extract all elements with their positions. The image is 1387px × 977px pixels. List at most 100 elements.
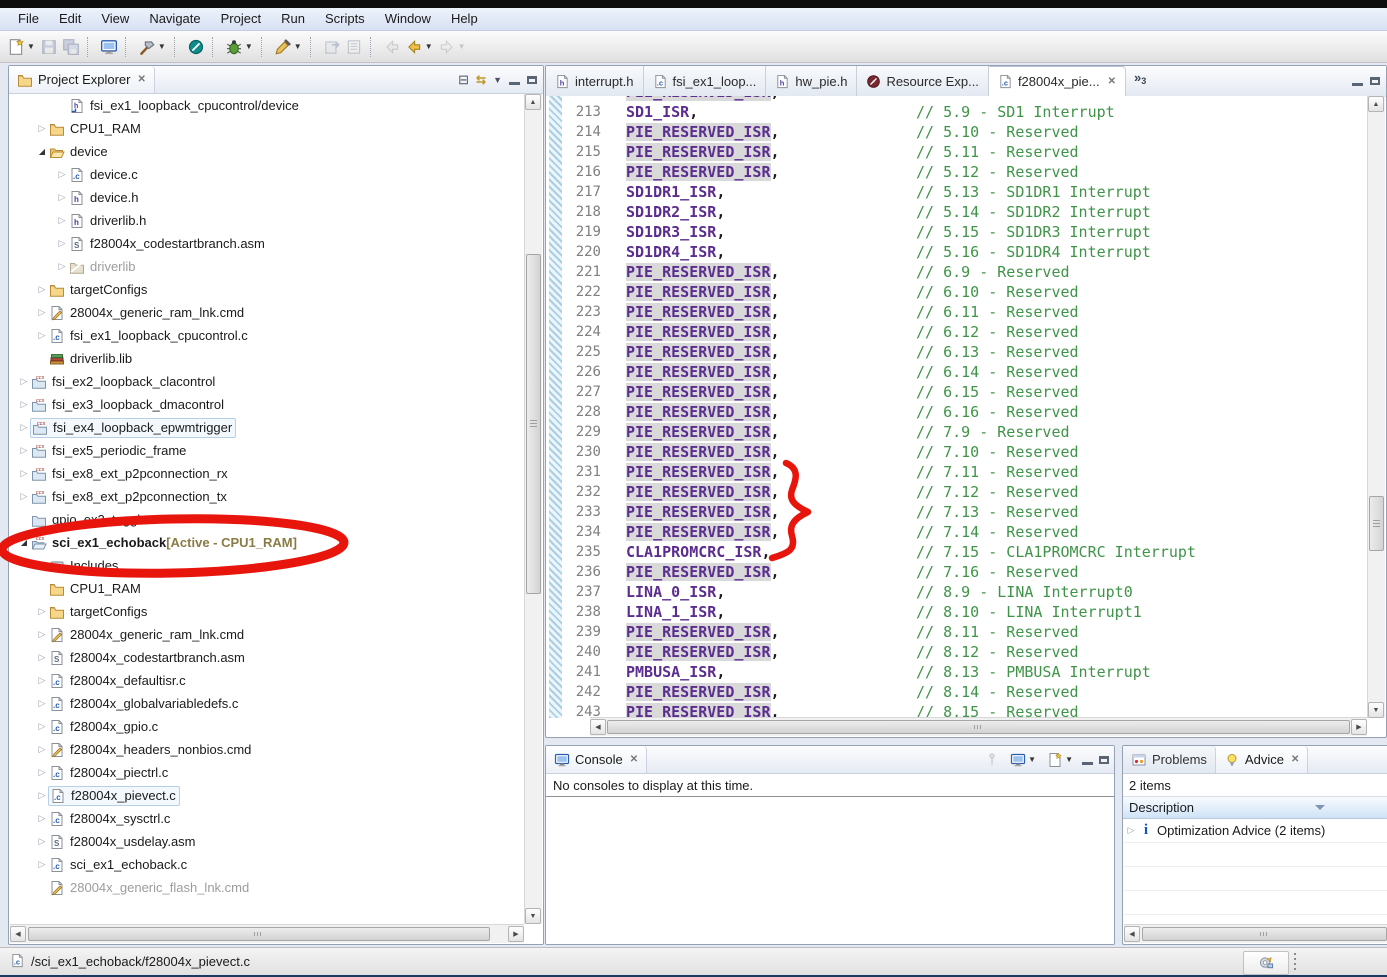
debug-button[interactable] bbox=[185, 35, 207, 59]
scrollbar-thumb[interactable] bbox=[28, 927, 490, 941]
tab-problems[interactable]: Problems bbox=[1123, 746, 1216, 773]
scroll-left-icon[interactable]: ◀ bbox=[10, 926, 26, 942]
menu-window[interactable]: Window bbox=[375, 9, 441, 29]
code-line-215[interactable]: 215 PIE_RESERVED_ISR, // 5.11 - Reserved bbox=[546, 142, 1368, 162]
tree-expand-icon[interactable]: ▷ bbox=[17, 422, 31, 433]
tree-item-28004x-generic-flash-lnk-cmd[interactable]: 28004x_generic_flash_lnk.cmd bbox=[11, 876, 524, 899]
tree-item-f28004x-gpio-c[interactable]: ▷ .c f28004x_gpio.c bbox=[11, 715, 524, 738]
tree-expand-icon[interactable]: ▷ bbox=[35, 284, 49, 295]
menu-scripts[interactable]: Scripts bbox=[315, 9, 375, 29]
menu-run[interactable]: Run bbox=[271, 9, 315, 29]
show-view-button[interactable] bbox=[98, 35, 120, 59]
scroll-down-icon[interactable]: ▼ bbox=[525, 908, 541, 924]
tree-item-targetconfigs[interactable]: ▷ targetConfigs bbox=[11, 600, 524, 623]
code-line-224[interactable]: 224 PIE_RESERVED_ISR, // 6.12 - Reserved bbox=[546, 322, 1368, 342]
tree-expand-icon[interactable]: ▷ bbox=[35, 652, 49, 663]
dropdown-arrow-icon[interactable]: ▼ bbox=[294, 42, 302, 51]
scroll-down-icon[interactable]: ▼ bbox=[1368, 702, 1384, 718]
tree-item-device-c[interactable]: ▷ .c device.c bbox=[11, 163, 524, 186]
tree-item-device[interactable]: ◢ device bbox=[11, 140, 524, 163]
tree-item-sci-ex1-echoback-c[interactable]: ▷ .c sci_ex1_echoback.c bbox=[11, 853, 524, 876]
minimize-icon[interactable] bbox=[1352, 83, 1363, 86]
code-line-239[interactable]: 239 PIE_RESERVED_ISR, // 8.11 - Reserved bbox=[546, 622, 1368, 642]
tree-item-fsi-ex8-ext-p2pconnection-rx[interactable]: ▷ ccs fsi_ex8_ext_p2pconnection_rx bbox=[11, 462, 524, 485]
scroll-left-icon[interactable]: ◀ bbox=[1124, 926, 1140, 942]
code-line-230[interactable]: 230 PIE_RESERVED_ISR, // 7.10 - Reserved bbox=[546, 442, 1368, 462]
scroll-right-icon[interactable]: ▶ bbox=[1351, 719, 1367, 735]
editor-horizontal-scrollbar[interactable]: ◀ ▶ bbox=[590, 717, 1367, 736]
code-line-234[interactable]: 234 PIE_RESERVED_ISR, // 7.14 - Reserved bbox=[546, 522, 1368, 542]
minimize-icon[interactable] bbox=[1082, 761, 1093, 765]
tree-item-f28004x-globalvariabledefs-c[interactable]: ▷ .c f28004x_globalvariabledefs.c bbox=[11, 692, 524, 715]
scrollbar-thumb[interactable] bbox=[607, 720, 1350, 734]
tree-expand-icon[interactable]: ▷ bbox=[35, 123, 49, 134]
tree-expand-icon[interactable]: ▷ bbox=[55, 238, 69, 249]
dropdown-arrow-icon[interactable]: ▼ bbox=[27, 42, 35, 51]
tree-item-f28004x-usdelay-asm[interactable]: ▷ Sf28004x_usdelay.asm bbox=[11, 830, 524, 853]
code-line-233[interactable]: 233 PIE_RESERVED_ISR, // 7.13 - Reserved bbox=[546, 502, 1368, 522]
tree-item-driverlib[interactable]: ▷ driverlib bbox=[11, 255, 524, 278]
tree-expand-icon[interactable]: ▷ bbox=[55, 192, 69, 203]
code-line-214[interactable]: 214 PIE_RESERVED_ISR, // 5.10 - Reserved bbox=[546, 122, 1368, 142]
code-line-213[interactable]: 213 SD1_ISR, // 5.9 - SD1 Interrupt bbox=[546, 102, 1368, 122]
project-tree-horizontal-scrollbar[interactable]: ◀ ▶ bbox=[10, 924, 524, 943]
tree-collapse-icon[interactable]: ◢ bbox=[17, 538, 31, 547]
tree-item-f28004x-pievect-c[interactable]: ▷ .c f28004x_pievect.c bbox=[11, 784, 524, 807]
scroll-up-icon[interactable]: ▲ bbox=[1368, 96, 1384, 112]
project-tree-vertical-scrollbar[interactable]: ▲ ▼ bbox=[524, 94, 542, 924]
tree-collapse-icon[interactable]: ◢ bbox=[35, 147, 49, 156]
tree-item-device-h[interactable]: ▷ h device.h bbox=[11, 186, 524, 209]
tree-expand-icon[interactable]: ▷ bbox=[35, 767, 49, 778]
tree-expand-icon[interactable]: ▷ bbox=[35, 790, 49, 801]
editor-tab-hw-pie-h[interactable]: h hw_pie.h bbox=[766, 66, 858, 96]
code-line-232[interactable]: 232 PIE_RESERVED_ISR, // 7.12 - Reserved bbox=[546, 482, 1368, 502]
maximize-icon[interactable] bbox=[1099, 755, 1109, 764]
dropdown-arrow-icon[interactable]: ▼ bbox=[1028, 755, 1036, 764]
code-line-226[interactable]: 226 PIE_RESERVED_ISR, // 6.14 - Reserved bbox=[546, 362, 1368, 382]
link-with-editor-icon[interactable]: ⇆ bbox=[476, 74, 486, 86]
code-editor[interactable]: PIE_RESERVED_ISR, 213 SD1_ISR, // 5.9 - SD1… bbox=[546, 96, 1368, 718]
tree-item-fsi-ex3-loopback-dmacontrol[interactable]: ▷ ccs fsi_ex3_loopback_dmacontrol bbox=[11, 393, 524, 416]
tree-item-fsi-ex2-loopback-clacontrol[interactable]: ▷ ccs fsi_ex2_loopback_clacontrol bbox=[11, 370, 524, 393]
tree-expand-icon[interactable]: ▷ bbox=[17, 376, 31, 387]
tree-item-driverlib-h[interactable]: ▷ h driverlib.h bbox=[11, 209, 524, 232]
code-line-241[interactable]: 241 PMBUSA_ISR, // 8.13 - PMBUSA Interrupt bbox=[546, 662, 1368, 682]
code-line-231[interactable]: 231 PIE_RESERVED_ISR, // 7.11 - Reserved bbox=[546, 462, 1368, 482]
tab-advice[interactable]: Advice ✕ bbox=[1215, 746, 1309, 773]
code-line-238[interactable]: 238 LINA_1_ISR, // 8.10 - LINA Interrupt1 bbox=[546, 602, 1368, 622]
editor-vertical-scrollbar[interactable]: ▲ ▼ bbox=[1367, 96, 1385, 718]
code-line-221[interactable]: 221 PIE_RESERVED_ISR, // 6.9 - Reserved bbox=[546, 262, 1368, 282]
tree-expand-icon[interactable]: ▷ bbox=[35, 721, 49, 732]
tree-expand-icon[interactable]: ▷ bbox=[35, 560, 49, 571]
project-tree[interactable]: h fsi_ex1_loopback_cpucontrol/device ▷ CPU1… bbox=[11, 94, 524, 924]
tree-expand-icon[interactable]: ▷ bbox=[35, 836, 49, 847]
tree-expand-icon[interactable]: ▷ bbox=[35, 307, 49, 318]
description-column-header[interactable]: Description bbox=[1123, 797, 1387, 819]
tree-expand-icon[interactable]: ▷ bbox=[55, 169, 69, 180]
scroll-right-icon[interactable]: ▶ bbox=[508, 926, 524, 942]
tree-item-f28004x-codestartbranch-asm[interactable]: ▷ Sf28004x_codestartbranch.asm bbox=[11, 646, 524, 669]
dropdown-arrow-icon[interactable]: ▼ bbox=[1065, 755, 1073, 764]
tree-item-cpu1-ram[interactable]: CPU1_RAM bbox=[11, 577, 524, 600]
code-line-216[interactable]: 216 PIE_RESERVED_ISR, // 5.12 - Reserved bbox=[546, 162, 1368, 182]
build-button[interactable]: ▼ bbox=[136, 35, 169, 59]
tree-expand-icon[interactable]: ▷ bbox=[1123, 825, 1139, 836]
code-line-218[interactable]: 218 SD1DR2_ISR, // 5.14 - SD1DR2 Interrupt bbox=[546, 202, 1368, 222]
tree-item-gpio-ex2-toggle[interactable]: gpio_ex2_toggle bbox=[11, 508, 524, 531]
tree-item-includes[interactable]: ▷ Includes bbox=[11, 554, 524, 577]
scrollbar-thumb[interactable] bbox=[526, 254, 541, 594]
close-icon[interactable]: ✕ bbox=[1289, 754, 1299, 765]
scroll-left-icon[interactable]: ◀ bbox=[590, 719, 606, 735]
menu-navigate[interactable]: Navigate bbox=[139, 9, 210, 29]
menu-help[interactable]: Help bbox=[441, 9, 488, 29]
tree-item-f28004x-headers-nonbios-cmd[interactable]: ▷ f28004x_headers_nonbios.cmd bbox=[11, 738, 524, 761]
code-line-236[interactable]: 236 PIE_RESERVED_ISR, // 7.16 - Reserved bbox=[546, 562, 1368, 582]
code-line-229[interactable]: 229 PIE_RESERVED_ISR, // 7.9 - Reserved bbox=[546, 422, 1368, 442]
minimize-icon[interactable] bbox=[509, 81, 520, 85]
menu-project[interactable]: Project bbox=[211, 9, 271, 29]
code-line-219[interactable]: 219 SD1DR3_ISR, // 5.15 - SD1DR3 Interrupt bbox=[546, 222, 1368, 242]
advice-horizontal-scrollbar[interactable]: ◀ bbox=[1124, 924, 1387, 943]
tree-expand-icon[interactable]: ▷ bbox=[35, 744, 49, 755]
editor-tab-f28004x-pie-[interactable]: .c f28004x_pie... ✕ bbox=[988, 66, 1127, 97]
code-line-227[interactable]: 227 PIE_RESERVED_ISR, // 6.15 - Reserved bbox=[546, 382, 1368, 402]
